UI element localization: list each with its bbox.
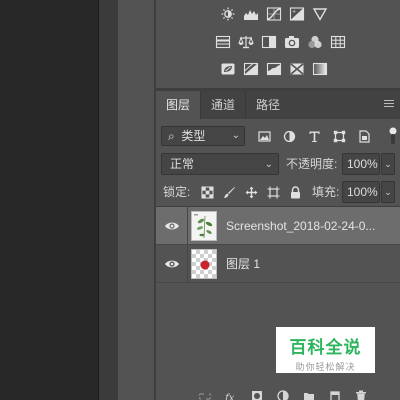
lock-fill-row: 锁定: 填充: 100% ⌄ (156, 181, 400, 203)
opacity-input[interactable]: 100% (342, 153, 380, 175)
adjustments-row-3 (152, 61, 396, 77)
layer-filter-icons (257, 126, 382, 146)
color-lookup-icon[interactable] (329, 34, 347, 50)
blend-mode-value: 正常 (170, 157, 195, 171)
layer-thumbnail-screenshot[interactable] (191, 211, 217, 241)
svg-text:fx: fx (225, 393, 235, 400)
fill-dropdown-chevron-icon[interactable]: ⌄ (381, 181, 395, 203)
adjustments-row-1: + (152, 6, 396, 22)
brightness-contrast-icon[interactable] (219, 6, 237, 22)
hue-saturation-icon[interactable] (214, 34, 232, 50)
blend-opacity-row: 正常 ⌄ 不透明度: 100% ⌄ (161, 153, 397, 175)
new-layer-icon[interactable] (328, 390, 342, 400)
tab-paths[interactable]: 路径 (245, 91, 290, 119)
type-layer-filter-icon[interactable] (307, 129, 321, 143)
new-group-folder-icon[interactable] (302, 390, 316, 400)
black-white-icon[interactable] (260, 34, 278, 50)
layer-name-screenshot[interactable]: Screenshot_2018-02-24-0... (226, 207, 375, 245)
search-icon: ⌕ (168, 129, 175, 143)
visibility-eye-icon[interactable] (164, 257, 180, 271)
selective-color-icon[interactable] (288, 61, 306, 77)
exposure-icon[interactable]: + (288, 6, 306, 22)
layer-row-divider (187, 245, 188, 283)
adjustment-layer-filter-icon[interactable] (282, 129, 296, 143)
opacity-dropdown-chevron-icon[interactable]: ⌄ (381, 153, 395, 175)
layer-style-fx-icon[interactable]: fx (224, 390, 238, 400)
blend-mode-select[interactable]: 正常 ⌄ (161, 153, 279, 175)
adjustments-row-2 (158, 34, 400, 50)
lock-position-move-icon[interactable] (244, 185, 258, 199)
panel-menu-icon[interactable] (384, 100, 394, 109)
watermark-badge: 百科全说 助你轻松解决 (276, 327, 375, 373)
document-canvas-area[interactable] (0, 0, 98, 400)
layer-kind-filter-select[interactable]: ⌕ 类型 ⌄ (161, 126, 245, 146)
lock-icons (200, 185, 310, 199)
layers-bottom-icons: fx (198, 390, 380, 400)
layer-thumbnail-layer-1[interactable] (191, 249, 217, 279)
invert-icon[interactable] (219, 61, 237, 77)
vibrance-icon[interactable] (311, 6, 329, 22)
add-mask-icon[interactable] (250, 390, 264, 400)
curves-icon[interactable] (265, 6, 283, 22)
lock-all-icon[interactable] (288, 185, 302, 199)
layer-row-layer-1[interactable]: 图层 1 (156, 245, 400, 283)
fill-label: 填充: (312, 185, 340, 199)
layer-filter-row: ⌕ 类型 ⌄ (161, 126, 397, 146)
smart-object-filter-icon[interactable] (357, 129, 371, 143)
svg-text:+: + (292, 9, 296, 15)
panel-dock-gutter (98, 0, 118, 400)
lock-label: 锁定: (163, 185, 191, 199)
plant-thumbnail-image (192, 212, 216, 240)
levels-icon[interactable] (242, 6, 260, 22)
layer-row-divider (187, 207, 188, 245)
tab-channels[interactable]: 通道 (200, 91, 245, 119)
layer-name-layer-1[interactable]: 图层 1 (226, 245, 260, 283)
layers-panel-tabs: 图层 通道 路径 (156, 91, 400, 119)
shape-layer-filter-icon[interactable] (332, 129, 346, 143)
layer-row-screenshot[interactable]: Screenshot_2018-02-24-0... (156, 207, 400, 245)
visibility-eye-icon[interactable] (164, 219, 180, 233)
tab-layers[interactable]: 图层 (156, 91, 201, 119)
new-adjustment-layer-icon[interactable] (276, 390, 290, 400)
opacity-label: 不透明度: (286, 157, 338, 171)
red-dot-thumbnail-image (200, 260, 210, 270)
watermark-title: 百科全说 (289, 338, 362, 358)
adjustments-panel: + (156, 0, 400, 88)
delete-layer-trash-icon[interactable] (354, 390, 368, 400)
posterize-icon[interactable] (242, 61, 260, 77)
gradient-map-icon[interactable] (311, 61, 329, 77)
chevron-down-icon: ⌄ (231, 130, 240, 141)
channel-mixer-icon[interactable] (306, 34, 324, 50)
filter-toggle-switch[interactable] (389, 127, 397, 145)
pixel-layer-filter-icon[interactable] (257, 129, 271, 143)
watermark-subtitle: 助你轻松解决 (295, 362, 356, 372)
lock-transparent-pixels-icon[interactable] (200, 185, 214, 199)
color-balance-icon[interactable] (237, 34, 255, 50)
lock-artboard-nesting-icon[interactable] (266, 185, 280, 199)
chevron-down-icon: ⌄ (264, 159, 273, 170)
lock-image-pixels-brush-icon[interactable] (222, 185, 236, 199)
fill-input[interactable]: 100% (342, 181, 380, 203)
layers-bottom-toolbar: fx (156, 388, 400, 400)
kind-filter-label: 类型 (181, 129, 206, 143)
link-layers-icon[interactable] (198, 390, 212, 400)
threshold-icon[interactable] (265, 61, 283, 77)
photo-filter-icon[interactable] (283, 34, 301, 50)
